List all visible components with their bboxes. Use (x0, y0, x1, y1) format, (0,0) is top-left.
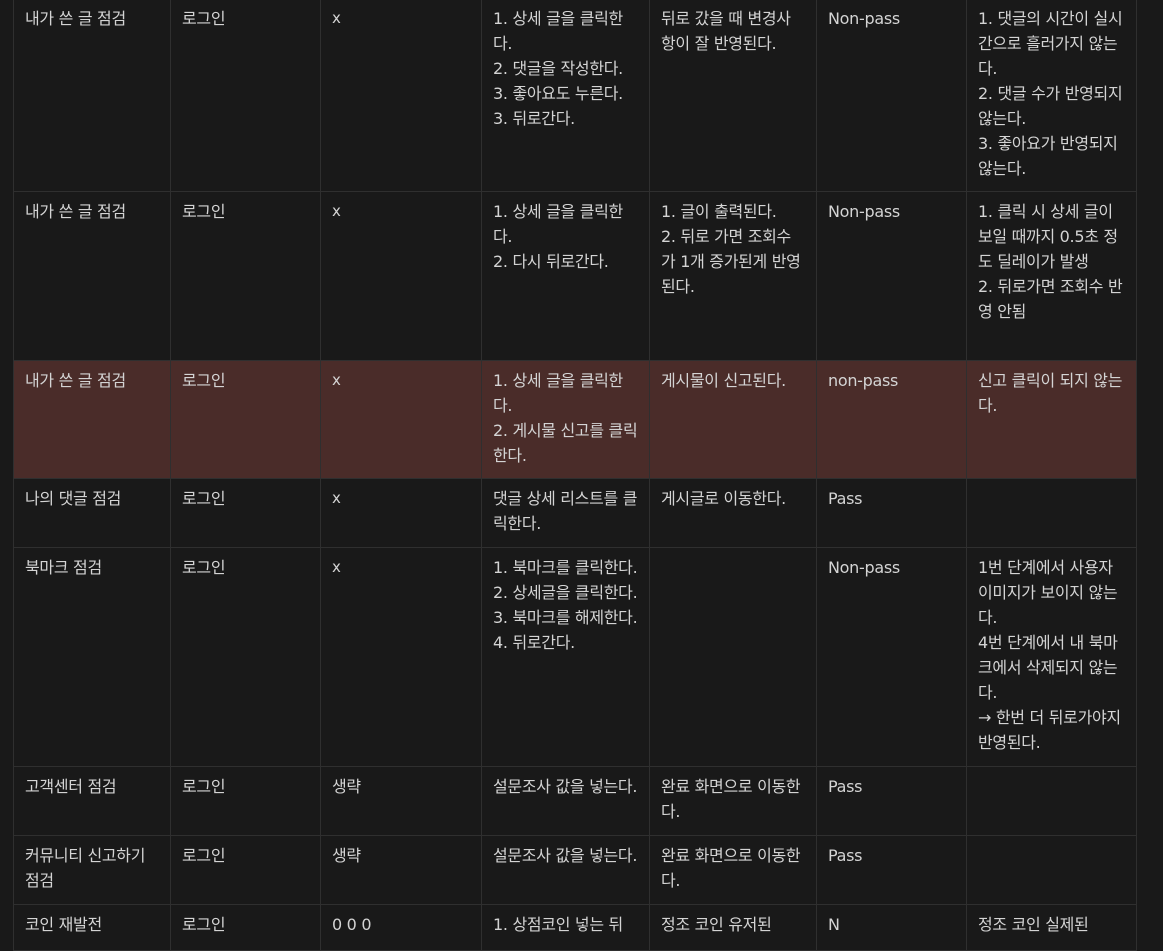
feature-cell[interactable]: 커뮤니티 신고하기 점검 (13, 835, 171, 905)
result-cell[interactable]: Pass (816, 766, 967, 836)
result-cell[interactable]: Pass (816, 835, 967, 905)
steps-cell[interactable]: 1. 상세 글을 클릭한다. 2. 다시 뒤로간다. (481, 191, 650, 361)
test-case-table-container: 내가 쓴 글 점검 로그인 x 1. 상세 글을 클릭한다. 2. 댓글을 작성… (13, 0, 1137, 951)
feature-cell[interactable]: 내가 쓴 글 점검 (13, 0, 171, 192)
input-cell[interactable]: 생략 (320, 766, 482, 836)
table-row[interactable]: 코인 재발전 로그인 0 0 0 1. 상점코인 넣는 뒤 정조 코인 유저된 … (13, 904, 1137, 951)
steps-cell[interactable]: 설문조사 값을 넣는다. (481, 835, 650, 905)
table-row[interactable]: 나의 댓글 점검 로그인 x 댓글 상세 리스트를 클릭한다. 게시글로 이동한… (13, 478, 1137, 548)
expected-cell[interactable]: 1. 글이 출력된다. 2. 뒤로 가면 조회수가 1개 증가된게 반영된다. (649, 191, 817, 361)
feature-cell[interactable]: 나의 댓글 점검 (13, 478, 171, 548)
note-cell[interactable] (966, 478, 1137, 548)
note-cell[interactable] (966, 835, 1137, 905)
expected-cell[interactable]: 게시글로 이동한다. (649, 478, 817, 548)
result-cell[interactable]: Pass (816, 478, 967, 548)
note-cell[interactable]: 1번 단계에서 사용자 이미지가 보이지 않는다. 4번 단계에서 내 북마크에… (966, 547, 1137, 767)
precondition-cell[interactable]: 로그인 (170, 0, 321, 192)
steps-cell[interactable]: 1. 상세 글을 클릭한다. 2. 댓글을 작성한다. 3. 좋아요도 누른다.… (481, 0, 650, 192)
result-cell[interactable]: non-pass (816, 360, 967, 479)
test-case-table: 내가 쓴 글 점검 로그인 x 1. 상세 글을 클릭한다. 2. 댓글을 작성… (13, 0, 1137, 951)
expected-cell[interactable] (649, 547, 817, 767)
table-row[interactable]: 커뮤니티 신고하기 점검 로그인 생략 설문조사 값을 넣는다. 완료 화면으로… (13, 835, 1137, 905)
steps-cell[interactable]: 1. 상세 글을 클릭한다. 2. 게시물 신고를 클릭한다. (481, 360, 650, 479)
precondition-cell[interactable]: 로그인 (170, 547, 321, 767)
steps-cell[interactable]: 댓글 상세 리스트를 클릭한다. (481, 478, 650, 548)
input-cell[interactable]: x (320, 478, 482, 548)
feature-cell[interactable]: 내가 쓴 글 점검 (13, 360, 171, 479)
expected-cell[interactable]: 완료 화면으로 이동한다. (649, 766, 817, 836)
expected-cell[interactable]: 정조 코인 유저된 (649, 904, 817, 951)
note-cell[interactable]: 정조 코인 실제된 (966, 904, 1137, 951)
input-cell[interactable]: 0 0 0 (320, 904, 482, 951)
table-row[interactable]: 내가 쓴 글 점검 로그인 x 1. 상세 글을 클릭한다. 2. 댓글을 작성… (13, 0, 1137, 192)
steps-cell[interactable]: 설문조사 값을 넣는다. (481, 766, 650, 836)
expected-cell[interactable]: 완료 화면으로 이동한다. (649, 835, 817, 905)
precondition-cell[interactable]: 로그인 (170, 360, 321, 479)
input-cell[interactable]: x (320, 0, 482, 192)
precondition-cell[interactable]: 로그인 (170, 904, 321, 951)
table-row[interactable]: 내가 쓴 글 점검 로그인 x 1. 상세 글을 클릭한다. 2. 다시 뒤로간… (13, 191, 1137, 361)
note-cell[interactable]: 1. 클릭 시 상세 글이 보일 때까지 0.5초 정도 딜레이가 발생 2. … (966, 191, 1137, 361)
precondition-cell[interactable]: 로그인 (170, 191, 321, 361)
precondition-cell[interactable]: 로그인 (170, 766, 321, 836)
table-row-highlighted[interactable]: 내가 쓴 글 점검 로그인 x 1. 상세 글을 클릭한다. 2. 게시물 신고… (13, 360, 1137, 479)
feature-cell[interactable]: 고객센터 점검 (13, 766, 171, 836)
result-cell[interactable]: Non-pass (816, 547, 967, 767)
result-cell[interactable]: N (816, 904, 967, 951)
note-cell[interactable]: 신고 클릭이 되지 않는다. (966, 360, 1137, 479)
input-cell[interactable]: x (320, 191, 482, 361)
precondition-cell[interactable]: 로그인 (170, 835, 321, 905)
expected-cell[interactable]: 게시물이 신고된다. (649, 360, 817, 479)
feature-cell[interactable]: 코인 재발전 (13, 904, 171, 951)
note-cell[interactable]: 1. 댓글의 시간이 실시간으로 흘러가지 않는다. 2. 댓글 수가 반영되지… (966, 0, 1137, 192)
input-cell[interactable]: x (320, 547, 482, 767)
precondition-cell[interactable]: 로그인 (170, 478, 321, 548)
table-row[interactable]: 북마크 점검 로그인 x 1. 북마크를 클릭한다. 2. 상세글을 클릭한다.… (13, 547, 1137, 767)
input-cell[interactable]: 생략 (320, 835, 482, 905)
steps-cell[interactable]: 1. 북마크를 클릭한다. 2. 상세글을 클릭한다. 3. 북마크를 해제한다… (481, 547, 650, 767)
result-cell[interactable]: Non-pass (816, 0, 967, 192)
feature-cell[interactable]: 내가 쓴 글 점검 (13, 191, 171, 361)
note-cell[interactable] (966, 766, 1137, 836)
feature-cell[interactable]: 북마크 점검 (13, 547, 171, 767)
steps-cell[interactable]: 1. 상점코인 넣는 뒤 (481, 904, 650, 951)
result-cell[interactable]: Non-pass (816, 191, 967, 361)
input-cell[interactable]: x (320, 360, 482, 479)
table-row[interactable]: 고객센터 점검 로그인 생략 설문조사 값을 넣는다. 완료 화면으로 이동한다… (13, 766, 1137, 836)
expected-cell[interactable]: 뒤로 갔을 때 변경사항이 잘 반영된다. (649, 0, 817, 192)
